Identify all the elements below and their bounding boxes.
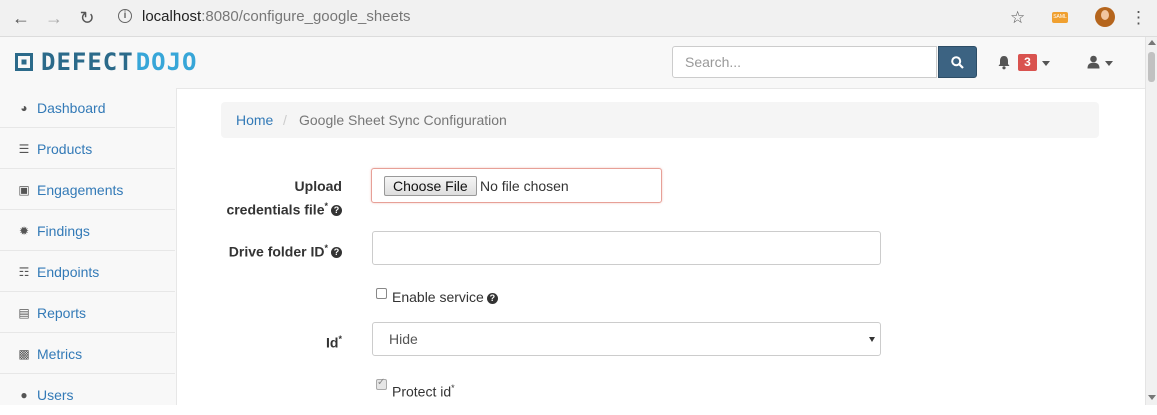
sidebar-item-label: Engagements (37, 182, 124, 198)
required-marker: * (338, 334, 342, 344)
dashboard-icon: ◕ (20, 101, 28, 115)
breadcrumb-home-link[interactable]: Home (236, 102, 273, 138)
choose-file-button[interactable]: Choose File (384, 176, 477, 196)
sidebar-item-reports[interactable]: ▤ Reports (0, 293, 175, 333)
user-menu-icon[interactable] (1087, 55, 1100, 69)
address-host: localhost (142, 8, 202, 25)
no-file-chosen-text: No file chosen (480, 178, 569, 194)
scroll-up-icon[interactable] (1148, 40, 1156, 45)
browser-toolbar: ← → ↻ i localhost:8080/configure_google_… (0, 0, 1157, 37)
protect-id-label-text: Protect id (392, 383, 452, 400)
credentials-file-input[interactable]: Choose File No file chosen (371, 168, 662, 203)
site-info-icon[interactable]: i (118, 9, 132, 23)
protect-id-label: Protect id* (392, 378, 455, 402)
defectdojo-logo[interactable]: DEFECT DOJO (15, 48, 198, 76)
sidebar-item-label: Reports (37, 305, 87, 321)
bar-chart-icon: ▩ (18, 347, 30, 361)
sidebar-item-users[interactable]: ● Users (0, 375, 175, 415)
required-marker: * (324, 243, 328, 253)
sidebar-item-findings[interactable]: ✹ Findings (0, 211, 175, 251)
logo-text-defect: DEFECT (41, 48, 134, 76)
bookmark-star-icon[interactable]: ☆ (1010, 7, 1025, 29)
browser-menu-icon[interactable]: ⋮ (1130, 7, 1147, 29)
scrollbar-thumb[interactable] (1148, 52, 1155, 82)
address-bar[interactable]: localhost:8080/configure_google_sheets (142, 0, 411, 36)
id-label: Id* (200, 329, 342, 353)
sidebar-item-label: Metrics (37, 346, 83, 362)
sidebar-item-metrics[interactable]: ▩ Metrics (0, 334, 175, 374)
logo-mark-icon (15, 53, 33, 71)
enable-service-label-text: Enable service (392, 289, 484, 305)
protect-id-checkbox[interactable] (376, 377, 387, 390)
sitemap-icon: ☶ (18, 265, 30, 279)
search-icon (951, 55, 964, 69)
notification-badge[interactable]: 3 (1018, 54, 1037, 71)
enable-service-label: Enable service? (392, 287, 498, 307)
drive-folder-label: Drive folder ID*? (200, 238, 342, 262)
file-icon: ▤ (18, 306, 30, 320)
drive-folder-id-input[interactable] (372, 231, 881, 265)
sidebar-item-label: Products (37, 141, 93, 157)
select-arrow-icon (869, 337, 875, 342)
search-input[interactable] (672, 46, 937, 78)
sidebar-item-label: Users (37, 387, 74, 403)
extension-icon[interactable]: SAML (1052, 12, 1068, 23)
drive-folder-label-text: Drive folder ID (228, 243, 325, 260)
sidebar-item-endpoints[interactable]: ☶ Endpoints (0, 252, 175, 292)
bug-icon: ✹ (18, 224, 30, 238)
help-icon[interactable]: ? (331, 247, 342, 259)
inbox-icon: ▣ (18, 183, 30, 197)
reload-icon[interactable]: ↻ (76, 7, 98, 29)
sidebar-item-engagements[interactable]: ▣ Engagements (0, 170, 175, 210)
app-navbar: DEFECTDOJO 3 (0, 37, 1145, 89)
forward-icon[interactable]: → (43, 7, 65, 29)
page-scrollbar[interactable] (1145, 37, 1157, 405)
id-select-value: Hide (389, 331, 418, 347)
help-icon[interactable]: ? (486, 292, 498, 304)
breadcrumb-current: Google Sheet Sync Configuration (299, 112, 507, 128)
search-button[interactable] (938, 46, 977, 78)
profile-avatar[interactable] (1095, 7, 1115, 27)
back-icon[interactable]: ← (10, 7, 32, 29)
chevron-down-icon[interactable] (1042, 61, 1050, 66)
sidebar-item-label: Dashboard (37, 100, 106, 116)
sidebar: ◕ Dashboard ☰ Products ▣ Engagements ✹ F… (0, 88, 177, 405)
bell-icon[interactable] (997, 55, 1011, 70)
sidebar-item-products[interactable]: ☰ Products (0, 129, 175, 169)
help-icon[interactable]: ? (331, 205, 342, 217)
required-marker: * (451, 383, 455, 393)
upload-credentials-label: Upload credentials file*? (200, 176, 342, 220)
scroll-down-icon[interactable] (1148, 395, 1156, 400)
enable-service-checkbox[interactable] (376, 288, 387, 299)
id-select[interactable]: Hide (372, 322, 881, 356)
breadcrumb: Home / Google Sheet Sync Configuration (221, 102, 1099, 138)
id-label-text: Id (326, 334, 339, 351)
user-menu-chevron-icon[interactable] (1105, 61, 1113, 66)
address-path: :8080/configure_google_sheets (201, 8, 411, 25)
upload-label-line1: Upload (294, 178, 342, 194)
required-marker: * (324, 201, 328, 211)
upload-label-line2: credentials file (226, 201, 325, 218)
logo-text-dojo: DOJO (135, 48, 198, 76)
user-icon: ● (20, 388, 28, 402)
sidebar-item-label: Findings (37, 223, 90, 239)
list-icon: ☰ (18, 142, 30, 156)
sidebar-item-label: Endpoints (37, 264, 100, 280)
sidebar-item-dashboard[interactable]: ◕ Dashboard (0, 88, 175, 128)
breadcrumb-separator: / (283, 112, 287, 128)
